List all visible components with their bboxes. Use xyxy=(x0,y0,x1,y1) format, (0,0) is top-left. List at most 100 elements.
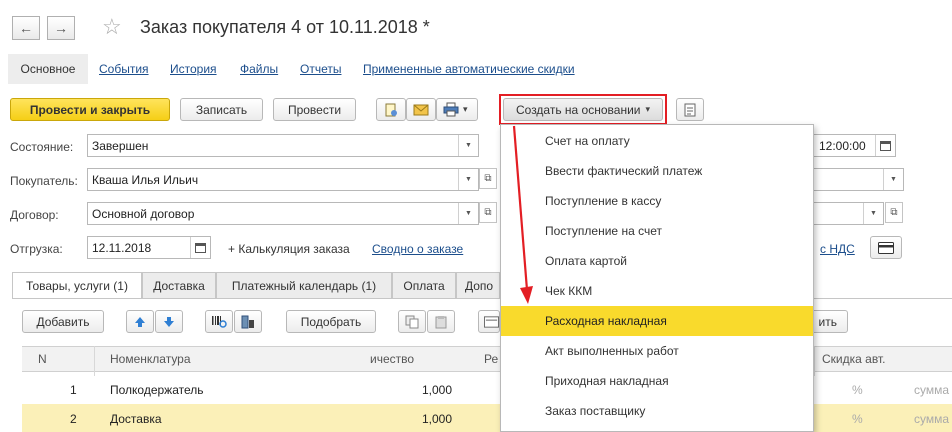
menu-item-cash-receipt[interactable]: Поступление в кассу xyxy=(501,186,813,216)
paste-rows-button[interactable] xyxy=(427,310,455,333)
col-header-n[interactable]: N xyxy=(38,346,47,372)
shipment-date-value: 12.11.2018 xyxy=(92,240,152,255)
tab-goods-services[interactable]: Товары, услуги (1) xyxy=(12,272,142,299)
forward-button[interactable]: → xyxy=(47,16,75,40)
state-label: Состояние: xyxy=(10,140,74,154)
col-header-partial[interactable]: Ре xyxy=(484,346,498,372)
arrow-left-icon: ← xyxy=(19,20,33,36)
scanner-icon xyxy=(241,315,254,328)
shipment-label: Отгрузка: xyxy=(10,242,63,256)
row-discount-sum: сумма xyxy=(914,383,950,397)
post-and-close-button[interactable]: Провести и закрыть xyxy=(10,98,170,121)
dropdown-arrow-icon[interactable]: ▼ xyxy=(458,135,478,156)
tab-payment[interactable]: Оплата xyxy=(392,272,456,298)
buyer-value: Кваша Илья Ильич xyxy=(92,172,199,187)
document-list-icon xyxy=(684,103,696,116)
add-row-button[interactable]: Добавить xyxy=(22,310,104,333)
partial-toolbar-button[interactable] xyxy=(478,310,500,333)
create-based-on-menu: Счет на оплату Ввести фактический платеж… xyxy=(500,124,814,432)
shipment-date-field[interactable]: 12.11.2018 xyxy=(87,236,211,259)
move-down-button[interactable] xyxy=(155,310,183,333)
copy-rows-button[interactable] xyxy=(398,310,426,333)
calendar-icon[interactable] xyxy=(875,135,895,156)
col-header-discount[interactable]: Скидка авт. xyxy=(822,346,885,372)
move-up-button[interactable] xyxy=(126,310,154,333)
back-button[interactable]: ← xyxy=(12,16,40,40)
contract-label: Договор: xyxy=(10,208,59,222)
barcode-search-button[interactable] xyxy=(205,310,233,333)
annotation-arrow xyxy=(512,125,533,304)
right-button-label: ить xyxy=(818,314,837,329)
menu-item-work-completion-act[interactable]: Акт выполненных работ xyxy=(501,336,813,366)
menu-item-invoice[interactable]: Счет на оплату xyxy=(501,126,813,156)
col-header-nomenclature[interactable]: Номенклатура xyxy=(110,346,191,372)
envelope-icon xyxy=(413,104,429,115)
tab-additional[interactable]: Допо xyxy=(456,272,500,298)
link-files[interactable]: Файлы xyxy=(240,62,278,76)
card-icon xyxy=(878,241,894,254)
link-events[interactable]: События xyxy=(99,62,149,76)
post-button[interactable]: Провести xyxy=(273,98,356,121)
copy-icon xyxy=(405,315,419,328)
state-field[interactable]: Завершен ▼ xyxy=(87,134,479,157)
row-discount-percent: % xyxy=(852,383,863,397)
open-contract-icon[interactable]: ⧉ xyxy=(479,202,497,223)
time-value: 12:00:00 xyxy=(819,138,866,153)
print-button[interactable]: ▾ xyxy=(436,98,478,121)
row-number: 1 xyxy=(70,383,77,397)
contract-value: Основной договор xyxy=(92,206,195,221)
page-title: Заказ покупателя 4 от 10.11.2018 * xyxy=(140,17,430,37)
link-history[interactable]: История xyxy=(170,62,217,76)
menu-item-purchase-invoice[interactable]: Приходная накладная xyxy=(501,366,813,396)
order-summary-link[interactable]: Сводно о заказе xyxy=(372,242,463,256)
chevron-down-icon: ▾ xyxy=(463,104,468,114)
vat-link[interactable]: с НДС xyxy=(820,242,855,256)
payment-card-button[interactable] xyxy=(870,236,902,259)
menu-item-card-payment[interactable]: Оплата картой xyxy=(501,246,813,276)
menu-item-bank-receipt[interactable]: Поступление на счет xyxy=(501,216,813,246)
printer-icon xyxy=(443,102,459,117)
scan-button[interactable] xyxy=(234,310,262,333)
dropdown-arrow-icon[interactable]: ▼ xyxy=(458,169,478,190)
calendar-icon[interactable] xyxy=(190,237,210,258)
link-auto-discounts[interactable]: Примененные автоматические скидки xyxy=(363,62,575,76)
dropdown-arrow-icon[interactable]: ▼ xyxy=(863,203,883,224)
dropdown-arrow-icon[interactable]: ▼ xyxy=(458,203,478,224)
barcode-search-icon xyxy=(212,315,227,328)
list-icon xyxy=(484,315,499,328)
open-organization-icon[interactable]: ⧉ xyxy=(885,202,903,223)
arrow-up-icon xyxy=(135,316,145,327)
save-button[interactable]: Записать xyxy=(180,98,263,121)
menu-item-cash-register-check[interactable]: Чек ККМ xyxy=(501,276,813,306)
document-structure-icon xyxy=(385,103,397,116)
link-reports[interactable]: Отчеты xyxy=(300,62,341,76)
open-buyer-icon[interactable]: ⧉ xyxy=(479,168,497,189)
menu-item-supplier-order[interactable]: Заказ поставщику xyxy=(501,396,813,426)
tab-delivery[interactable]: Доставка xyxy=(142,272,216,298)
buyer-label: Покупатель: xyxy=(10,174,78,188)
arrow-down-icon xyxy=(164,316,174,327)
favorite-star-icon[interactable]: ☆ xyxy=(102,14,122,40)
row-nomenclature: Полкодержатель xyxy=(110,383,204,397)
row-quantity: 1,000 xyxy=(422,412,453,426)
dropdown-arrow-icon[interactable]: ▼ xyxy=(883,169,903,190)
paste-icon xyxy=(435,315,447,328)
menu-item-sales-invoice[interactable]: Расходная накладная xyxy=(501,306,813,336)
row-nomenclature: Доставка xyxy=(110,412,162,426)
row-discount-percent: % xyxy=(852,412,863,426)
state-value: Завершен xyxy=(92,138,149,153)
col-header-quantity[interactable]: ичество xyxy=(370,346,414,372)
tab-main[interactable]: Основное xyxy=(8,54,88,84)
pick-button[interactable]: Подобрать xyxy=(286,310,376,333)
contract-field[interactable]: Основной договор ▼ xyxy=(87,202,479,225)
menu-item-actual-payment[interactable]: Ввести фактический платеж xyxy=(501,156,813,186)
email-button[interactable] xyxy=(406,98,436,121)
row-discount-sum: сумма xyxy=(914,412,950,426)
tab-payment-calendar[interactable]: Платежный календарь (1) xyxy=(216,272,392,298)
row-quantity: 1,000 xyxy=(422,383,453,397)
calculation-link[interactable]: + Калькуляция заказа xyxy=(228,242,350,256)
row-number: 2 xyxy=(70,412,77,426)
structure-button[interactable] xyxy=(376,98,406,121)
buyer-field[interactable]: Кваша Илья Ильич ▼ xyxy=(87,168,479,191)
report-button[interactable] xyxy=(676,98,704,121)
